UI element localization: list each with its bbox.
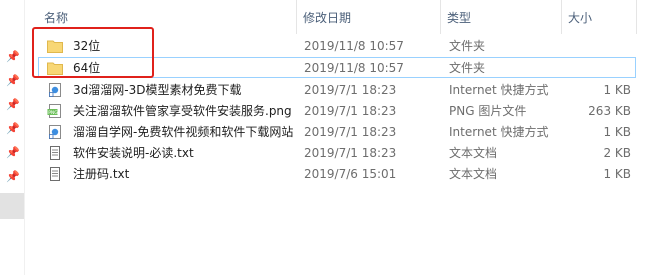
file-date: 2019/7/1 18:23 [304, 83, 397, 97]
internet-shortcut-icon [49, 83, 61, 97]
file-row-install-txt[interactable]: 软件安装说明-必读.txt 2019/7/1 18:23 文本文档 2 KB [38, 142, 636, 163]
file-type: 文件夹 [449, 61, 486, 75]
column-header-size[interactable]: 大小 [562, 0, 636, 34]
text-file-icon [50, 167, 60, 181]
file-row-png[interactable]: PNG 关注溜溜软件管家享受软件安装服务.png 2019/7/1 18:23 … [38, 100, 636, 121]
pin-icon[interactable]: 📌 [6, 51, 20, 63]
internet-shortcut-icon [49, 125, 61, 139]
file-row-3d-shortcut[interactable]: 3d溜溜网-3D模型素材免费下载 2019/7/1 18:23 Internet… [38, 79, 636, 100]
file-size: 263 KB [588, 104, 631, 118]
file-name: 溜溜自学网-免费软件视频和软件下载网站 [73, 125, 294, 139]
file-type: 文件夹 [449, 39, 486, 53]
file-date: 2019/11/8 10:57 [304, 39, 404, 53]
file-date: 2019/7/1 18:23 [304, 125, 397, 139]
file-name: 3d溜溜网-3D模型素材免费下载 [73, 83, 242, 97]
file-date: 2019/11/8 10:57 [304, 61, 404, 75]
column-separator[interactable] [636, 0, 637, 34]
png-file-icon: PNG [47, 104, 61, 118]
pin-icon[interactable]: 📌 [6, 171, 20, 183]
file-type: 文本文档 [449, 146, 498, 160]
column-header-date[interactable]: 修改日期 [297, 0, 440, 34]
file-size: 1 KB [603, 83, 631, 97]
file-date: 2019/7/1 18:23 [304, 146, 397, 160]
file-type: Internet 快捷方式 [449, 125, 549, 139]
text-file-icon [50, 146, 60, 160]
file-name: 软件安装说明-必读.txt [73, 146, 194, 160]
file-name: 关注溜溜软件管家享受软件安装服务.png [73, 104, 292, 118]
nav-scrollbar-thumb[interactable] [0, 193, 24, 219]
file-name: 注册码.txt [73, 167, 130, 181]
svg-text:PNG: PNG [48, 110, 58, 116]
file-type: Internet 快捷方式 [449, 83, 549, 97]
navigation-pane: 📌 📌 📌 📌 📌 📌 [0, 0, 25, 275]
pin-icon[interactable]: 📌 [6, 123, 20, 135]
annotation-highlight-box [32, 27, 154, 78]
file-type: PNG 图片文件 [449, 104, 527, 118]
file-date: 2019/7/1 18:23 [304, 104, 397, 118]
file-row-tutorial-shortcut[interactable]: 溜溜自学网-免费软件视频和软件下载网站 2019/7/1 18:23 Inter… [38, 121, 636, 142]
file-size: 1 KB [603, 167, 631, 181]
file-size: 2 KB [603, 146, 631, 160]
pin-icon[interactable]: 📌 [6, 147, 20, 159]
file-date: 2019/7/6 15:01 [304, 167, 397, 181]
column-header-type[interactable]: 类型 [441, 0, 561, 34]
pin-icon[interactable]: 📌 [6, 75, 20, 87]
file-size: 1 KB [603, 125, 631, 139]
pin-icon[interactable]: 📌 [6, 99, 20, 111]
file-type: 文本文档 [449, 167, 498, 181]
file-row-serial-txt[interactable]: 注册码.txt 2019/7/6 15:01 文本文档 1 KB [38, 163, 636, 184]
